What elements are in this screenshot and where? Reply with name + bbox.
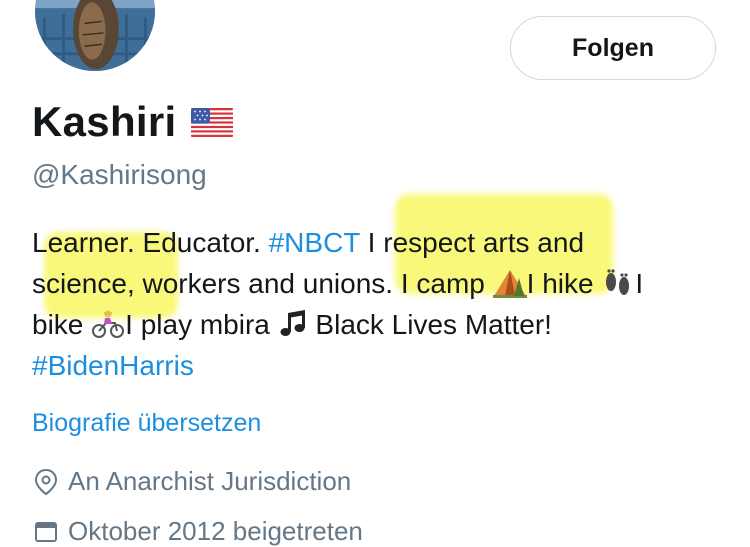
user-handle: @Kashirisong bbox=[32, 159, 207, 190]
bio-line: bike I play mbira Black Lives Matter! bbox=[32, 304, 732, 345]
translate-bio-link[interactable]: Biografie übersetzen bbox=[32, 409, 261, 438]
location-pin-icon bbox=[34, 468, 58, 495]
bio-line: science, workers and unions. I camp I hi… bbox=[32, 263, 732, 304]
musical-note-icon bbox=[280, 310, 305, 336]
calendar-icon bbox=[35, 521, 57, 542]
follow-button[interactable]: Folgen bbox=[510, 16, 716, 80]
profile-location: An Anarchist Jurisdiction bbox=[32, 466, 351, 497]
bio-text: Learner. Educator. bbox=[32, 227, 269, 258]
hashtag-bidenharris-link[interactable]: #BidenHarris bbox=[32, 350, 194, 381]
display-name: Kashiri bbox=[32, 98, 177, 145]
bio-text: I play mbira bbox=[125, 309, 278, 340]
profile-bio: Learner. Educator. #NBCT I respect arts … bbox=[32, 222, 732, 386]
bio-text: science, workers and unions. I camp bbox=[32, 268, 485, 299]
owl-photo bbox=[35, 0, 155, 71]
bio-line: #BidenHarris bbox=[32, 345, 732, 386]
us-flag-icon bbox=[190, 107, 233, 137]
footprints-icon bbox=[606, 269, 630, 295]
bio-line: Learner. Educator. #NBCT I respect arts … bbox=[32, 222, 732, 263]
cyclist-icon bbox=[92, 310, 125, 338]
bio-text: I respect arts and bbox=[359, 227, 585, 258]
bio-text: bike bbox=[32, 309, 92, 340]
hashtag-nbct-link[interactable]: #NBCT bbox=[269, 227, 360, 258]
camping-tent-icon bbox=[492, 270, 527, 298]
bio-text: I hike bbox=[526, 268, 594, 299]
bio-text: I bbox=[635, 268, 644, 299]
joined-text: Oktober 2012 beigetreten bbox=[68, 516, 363, 546]
profile-name-row: Kashiri bbox=[32, 98, 233, 146]
bio-text: Black Lives Matter! bbox=[307, 309, 552, 340]
profile-joined-date: Oktober 2012 beigetreten bbox=[32, 516, 363, 547]
profile-avatar[interactable] bbox=[32, 0, 158, 74]
location-text: An Anarchist Jurisdiction bbox=[68, 466, 352, 496]
